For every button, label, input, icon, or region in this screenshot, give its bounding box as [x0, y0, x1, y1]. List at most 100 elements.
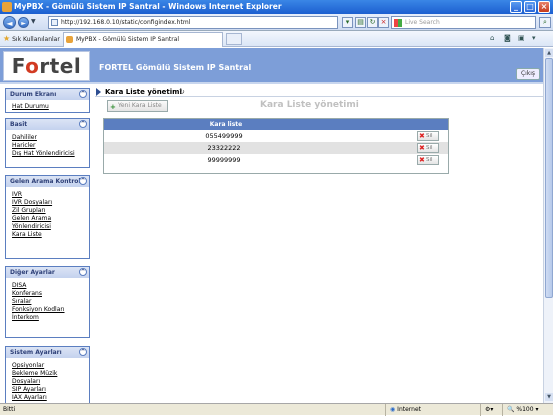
sidebar-item-haricler[interactable]: Haricler	[6, 142, 89, 150]
zoom-level[interactable]: 🔍 %100 ▾	[502, 404, 553, 416]
page-content: Fortel FORTEL Gömülü Sistem IP Santral Ç…	[0, 48, 543, 403]
scrollbar-thumb[interactable]	[545, 58, 553, 298]
sidebar-item-kara-liste[interactable]: Kara Liste	[6, 231, 89, 239]
main-panel: Kara Liste yönetimi ↻ + Yeni Kara Liste …	[95, 84, 543, 403]
status-text: Bitti	[3, 406, 16, 413]
search-go-icon[interactable]: ⌕	[539, 17, 551, 28]
sidebar-item-hat-durumu[interactable]: Hat Durumu	[6, 103, 89, 111]
collapse-icon[interactable]: ^	[79, 177, 87, 185]
minimize-button[interactable]: _	[510, 1, 522, 13]
sidebar-item-opsiyonlar[interactable]: Opsiyonlar	[6, 362, 89, 370]
home-icon[interactable]: ⌂	[490, 34, 494, 42]
page-heading: Kara Liste yönetimi	[260, 100, 359, 110]
page-icon	[51, 19, 58, 26]
sidebar-item-iax-ayarlari[interactable]: IAX Ayarları	[6, 394, 89, 402]
sidebar-section-header[interactable]: Sistem Ayarları ^	[6, 347, 89, 358]
add-blacklist-label: Yeni Kara Liste	[118, 102, 162, 109]
app-title: FORTEL Gömülü Sistem IP Santral	[99, 63, 252, 72]
add-icon: +	[110, 103, 116, 111]
address-dropdown-icon[interactable]: ▾	[342, 17, 353, 28]
browser-tab[interactable]: MyPBX - Gömülü Sistem IP Santral	[63, 32, 223, 47]
refresh-page-icon[interactable]: ↻	[179, 87, 185, 97]
favorites-bar: ★ Sık Kullanılanlar MyPBX - Gömülü Siste…	[0, 31, 553, 47]
sidebar-section-header[interactable]: Diğer Ayarlar ^	[6, 267, 89, 278]
sidebar-section-status: Durum Ekranı ^ Hat Durumu	[5, 88, 90, 113]
sidebar-section-gelen-arama: Gelen Arama Kontrolü ^ IVR IVR Dosyaları …	[5, 175, 90, 259]
sidebar-item-disa[interactable]: DISA	[6, 282, 89, 290]
sidebar-item-ivr[interactable]: IVR	[6, 191, 89, 199]
favorites-button[interactable]: ★ Sık Kullanılanlar	[3, 34, 60, 45]
address-toolbar: ◄ ► ▼ http://192.168.0.10/static/configi…	[0, 14, 553, 31]
table-row: 055499999 ✖ Sil	[104, 130, 448, 142]
favorites-star-icon: ★	[3, 34, 11, 43]
address-url: http://192.168.0.10/static/configindex.h…	[61, 19, 191, 26]
ie-app-icon	[2, 2, 12, 12]
delete-button[interactable]: ✖ Sil	[417, 155, 439, 165]
status-bar: Bitti ◉ Internet ⚙▾ 🔍 %100 ▾	[0, 403, 553, 416]
window-title: MyPBX - Gömülü Sistem IP Santral - Windo…	[14, 2, 282, 11]
sidebar-item-zil-gruplari[interactable]: Zil Grupları	[6, 207, 89, 215]
sidebar: Durum Ekranı ^ Hat Durumu Basit ^ Dahilile…	[2, 88, 90, 403]
live-search-input[interactable]: Live Search	[391, 16, 536, 29]
compat-view-icon[interactable]: ▤	[355, 17, 366, 28]
breadcrumb-title: Kara Liste yönetimi	[105, 88, 182, 96]
print-icon[interactable]: ▣	[518, 34, 525, 42]
breadcrumb-arrow-icon	[96, 88, 101, 96]
logout-button[interactable]: Çıkış	[516, 68, 540, 80]
protected-mode-icon[interactable]: ⚙▾	[480, 404, 502, 416]
blacklist-number: 055499999	[205, 132, 243, 140]
collapse-icon[interactable]: ^	[79, 268, 87, 276]
add-blacklist-button[interactable]: + Yeni Kara Liste	[107, 100, 168, 112]
close-window-button[interactable]: ×	[538, 1, 550, 13]
window-title-bar: MyPBX - Gömülü Sistem IP Santral - Windo…	[0, 0, 553, 14]
collapse-icon[interactable]: ^	[79, 120, 87, 128]
nav-dropdown-icon[interactable]: ▼	[31, 18, 36, 25]
feeds-icon[interactable]: ◙	[504, 34, 511, 42]
tab-favicon-icon	[66, 36, 73, 43]
collapse-icon[interactable]: ^	[79, 90, 87, 98]
scroll-down-icon[interactable]: ▼	[545, 393, 553, 401]
scroll-up-icon[interactable]: ▲	[545, 49, 553, 57]
table-header-row: Kara liste	[104, 119, 448, 130]
column-header-kara-liste: Kara liste	[104, 119, 348, 130]
blacklist-number: 99999999	[207, 156, 241, 164]
blacklist-table: Kara liste 055499999 ✖ Sil 23322222 ✖ Sil …	[103, 118, 449, 174]
delete-button[interactable]: ✖ Sil	[417, 143, 439, 153]
sidebar-item-ivr-dosyalari[interactable]: IVR Dosyaları	[6, 199, 89, 207]
stop-icon[interactable]: ×	[378, 17, 389, 28]
sidebar-item-gelen-arama-yonlendiricisi[interactable]: Gelen Arama Yönlendiricisi	[6, 215, 66, 231]
app-header: Fortel FORTEL Gömülü Sistem IP Santral Ç…	[0, 48, 543, 84]
collapse-icon[interactable]: ^	[79, 348, 87, 356]
fortel-logo: Fortel	[3, 51, 90, 81]
sidebar-section-basit: Basit ^ Dahililer Haricler Dış Hat Yönlen…	[5, 118, 90, 168]
globe-icon: ◉	[390, 406, 396, 413]
forward-button[interactable]: ►	[18, 17, 29, 28]
delete-button[interactable]: ✖ Sil	[417, 131, 439, 141]
sidebar-item-dis-hat[interactable]: Dış Hat Yönlendiricisi	[6, 150, 89, 158]
sidebar-item-fonksiyon-kodlari[interactable]: Fonksiyon Kodları	[6, 306, 89, 314]
maximize-button[interactable]: □	[524, 1, 536, 13]
vertical-scrollbar[interactable]: ▲ ▼	[543, 48, 553, 403]
address-input[interactable]: http://192.168.0.10/static/configindex.h…	[48, 16, 338, 29]
sidebar-section-header[interactable]: Basit ^	[6, 119, 89, 130]
delete-icon: ✖	[419, 132, 425, 140]
blacklist-number: 23322222	[207, 144, 241, 152]
sidebar-section-header[interactable]: Durum Ekranı ^	[6, 89, 89, 100]
security-zone[interactable]: ◉ Internet	[385, 404, 480, 416]
sidebar-section-sistem: Sistem Ayarları ^ Opsiyonlar Bekleme Müzi…	[5, 346, 90, 403]
sidebar-item-sip-ayarlari[interactable]: SIP Ayarları	[6, 386, 89, 394]
tab-title: MyPBX - Gömülü Sistem IP Santral	[76, 36, 180, 43]
sidebar-item-interkom[interactable]: İnterkom	[6, 314, 89, 322]
sidebar-section-diger: Diğer Ayarlar ^ DISA Konferans Sıralar Fo…	[5, 266, 90, 338]
sidebar-item-konferans[interactable]: Konferans	[6, 290, 89, 298]
sidebar-section-header[interactable]: Gelen Arama Kontrolü ^	[6, 176, 89, 187]
favorites-label: Sık Kullanılanlar	[12, 36, 60, 43]
new-tab-button[interactable]	[226, 33, 242, 45]
sidebar-item-dahililer[interactable]: Dahililer	[6, 134, 89, 142]
page-menu-icon[interactable]: ▾	[532, 34, 536, 42]
back-button[interactable]: ◄	[3, 16, 16, 29]
sidebar-item-bekleme-muzik[interactable]: Bekleme Müzik Dosyaları	[6, 370, 66, 386]
refresh-icon[interactable]: ↻	[367, 17, 378, 28]
search-placeholder: Live Search	[405, 19, 440, 26]
sidebar-item-siralar[interactable]: Sıralar	[6, 298, 89, 306]
